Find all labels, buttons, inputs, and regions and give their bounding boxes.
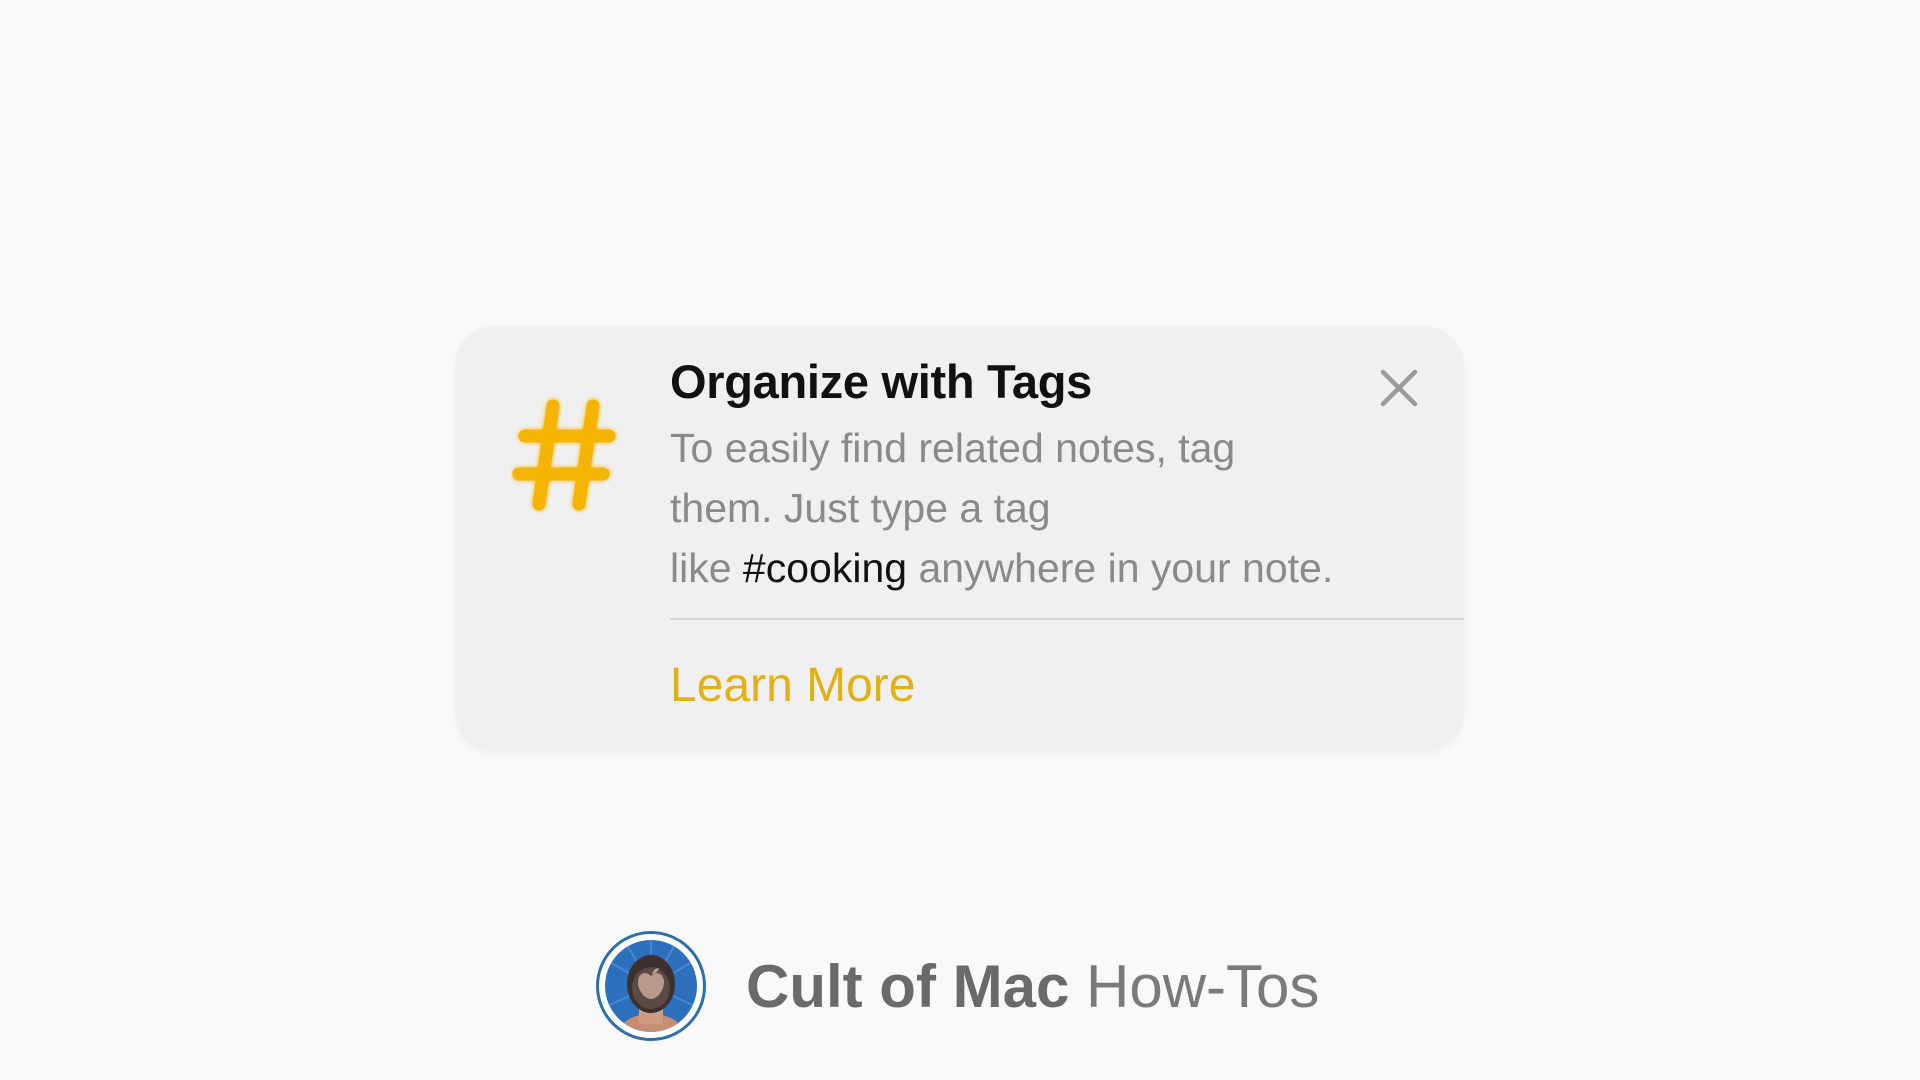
tip-description-like: like <box>670 545 743 591</box>
learn-more-link[interactable]: Learn More <box>670 658 915 713</box>
tip-description-line-3: like #cooking anywhere in your note. <box>670 538 1430 598</box>
avatar-image <box>605 940 697 1032</box>
tip-description-line-2: them. Just type a tag <box>670 485 1051 531</box>
tags-tip-card: Organize with Tags To easily find relate… <box>455 326 1464 752</box>
tag-example: #cooking <box>742 545 908 591</box>
brand-name: Cult of Mac How-Tos <box>746 952 1319 1021</box>
tip-title: Organize with Tags <box>670 355 1093 408</box>
avatar <box>596 931 706 1041</box>
brand-name-bold: Cult of Mac <box>746 952 1070 1020</box>
close-icon[interactable] <box>1373 362 1425 414</box>
tip-description-line-1: To easily find related notes, tag <box>670 425 1236 471</box>
brand-watermark: Cult of Mac How-Tos <box>596 928 1319 1044</box>
tip-description-rest: anywhere in your note. <box>907 545 1334 591</box>
tip-description: To easily find related notes, tag them. … <box>670 418 1430 598</box>
brand-name-light: How-Tos <box>1086 952 1320 1020</box>
page: Organize with Tags To easily find relate… <box>0 0 1920 1080</box>
divider <box>670 618 1464 620</box>
hashtag-icon <box>512 399 616 511</box>
